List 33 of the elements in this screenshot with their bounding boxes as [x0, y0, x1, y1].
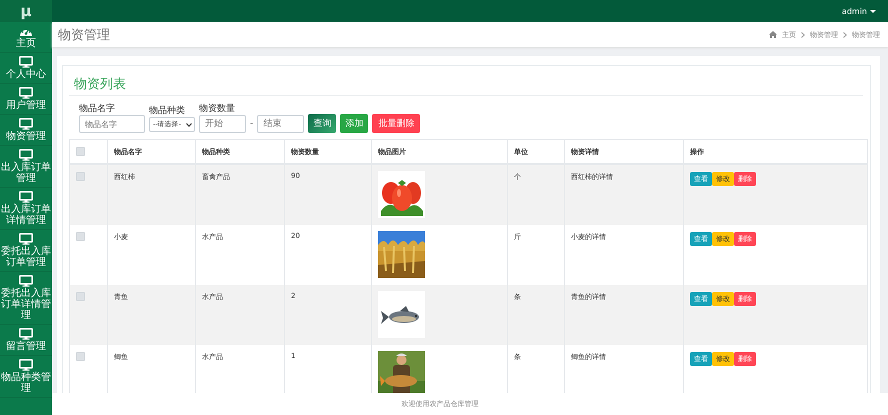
user-menu[interactable]: admin: [842, 6, 876, 16]
input-field[interactable]: 开始: [199, 115, 246, 133]
input-field[interactable]: 物品名字: [79, 115, 145, 133]
monitor-icon: [19, 87, 33, 99]
monitor-icon: [19, 275, 33, 287]
field-label: 物品种类: [149, 106, 186, 117]
search-button[interactable]: 查询: [308, 114, 336, 133]
field-label: 物品名字: [79, 104, 116, 115]
monitor-icon: [19, 191, 33, 203]
page-title: 物资管理: [58, 26, 110, 44]
monitor-icon: [19, 56, 33, 68]
monitor-icon: [19, 328, 33, 340]
checkbox[interactable]: [76, 352, 85, 361]
chevron-icon: [801, 32, 805, 38]
monitor-icon: [19, 149, 33, 161]
card-title: 物资列表: [69, 66, 863, 96]
monitor-icon: [19, 118, 33, 130]
chevron-icon: [843, 32, 847, 38]
delete-button[interactable]: 批量删除: [372, 114, 420, 133]
caret-icon: [870, 10, 876, 12]
logo: μ: [0, 0, 52, 22]
checkbox[interactable]: [76, 172, 85, 181]
home-icon: [769, 31, 777, 38]
monitor-icon: [19, 233, 33, 245]
range-separator: -: [250, 119, 254, 129]
checkbox[interactable]: [76, 147, 85, 156]
chevron-down-icon: [186, 122, 192, 126]
add-button[interactable]: 添加: [340, 114, 368, 133]
checkbox[interactable]: [76, 292, 85, 301]
input-field[interactable]: 结束: [257, 115, 304, 133]
monitor-icon: [19, 359, 33, 371]
field-label: 物资数量: [199, 104, 236, 115]
checkbox[interactable]: [76, 232, 85, 241]
